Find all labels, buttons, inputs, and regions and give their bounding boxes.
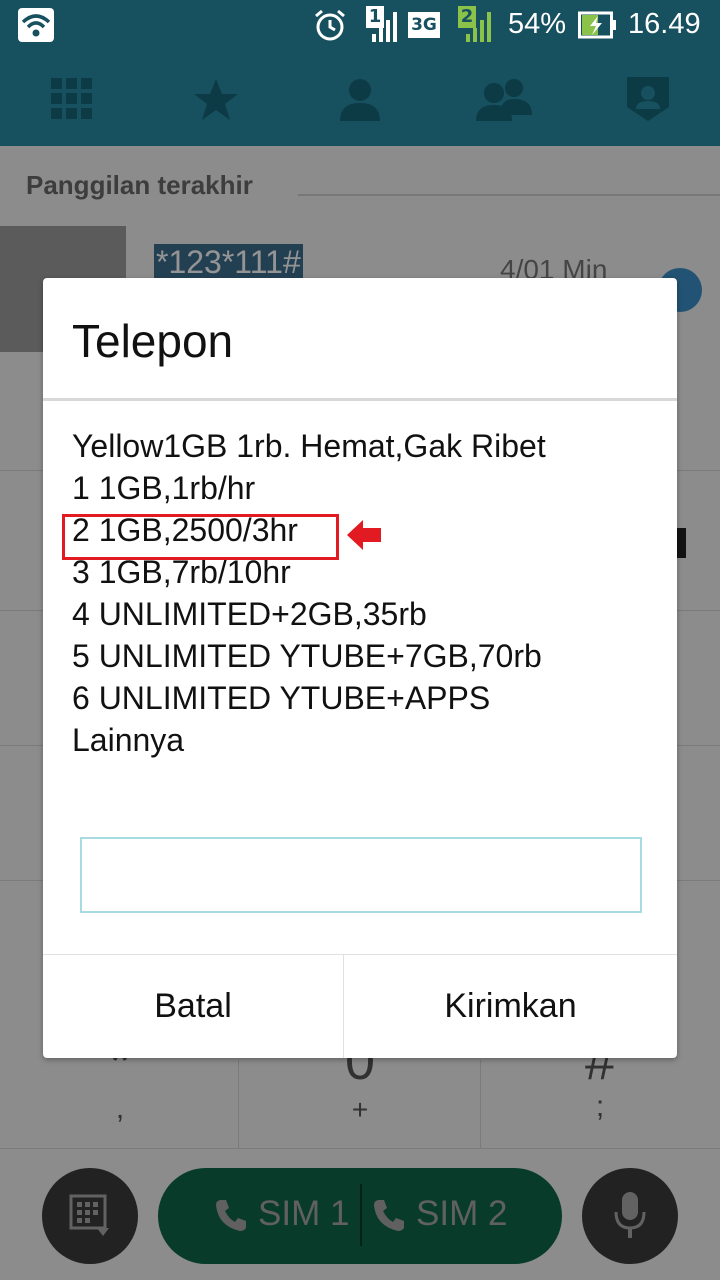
message-line: 4 UNLIMITED+2GB,35rb: [72, 596, 427, 632]
tab-contacts[interactable]: [288, 52, 432, 146]
message-line: Yellow1GB 1rb. Hemat,Gak Ribet: [72, 428, 546, 464]
profile-shield-icon: [627, 77, 669, 121]
battery-charging-icon: [578, 11, 616, 39]
message-line: 5 UNLIMITED YTUBE+7GB,70rb: [72, 638, 542, 674]
highlight-box: [62, 514, 339, 560]
wifi-icon: [18, 8, 54, 42]
tab-groups[interactable]: [432, 52, 576, 146]
battery-percent: 54%: [508, 8, 567, 40]
tab-profile[interactable]: [576, 52, 720, 146]
network-type-badge: 3G: [408, 12, 440, 38]
send-button[interactable]: Kirimkan: [344, 955, 677, 1058]
group-icon: [476, 79, 532, 121]
dialpad-grid-icon: [51, 78, 92, 119]
star-icon: [194, 79, 238, 120]
divider: [43, 398, 677, 401]
status-bar: 1 3G 2 54% 16.49: [0, 0, 720, 52]
contact-icon: [340, 79, 380, 121]
ussd-dialog: Telepon Yellow1GB 1rb. Hemat,Gak Ribet 1…: [43, 278, 677, 1058]
dialog-title: Telepon: [72, 315, 234, 367]
clock: 16.49: [628, 8, 701, 40]
alarm-icon: [315, 9, 345, 41]
tab-dialpad[interactable]: [0, 52, 144, 146]
cancel-button[interactable]: Batal: [43, 955, 343, 1058]
signal-sim2-icon: [466, 12, 491, 42]
arrow-left-icon: [347, 520, 381, 550]
message-line: Lainnya: [72, 722, 185, 758]
message-line: 1 1GB,1rb/hr: [72, 470, 256, 506]
message-line: 6 UNLIMITED YTUBE+APPS: [72, 680, 491, 716]
reply-input[interactable]: [80, 837, 642, 913]
signal-sim1-icon: [372, 12, 397, 42]
tab-bar: [0, 52, 720, 146]
tab-favorites[interactable]: [144, 52, 288, 146]
